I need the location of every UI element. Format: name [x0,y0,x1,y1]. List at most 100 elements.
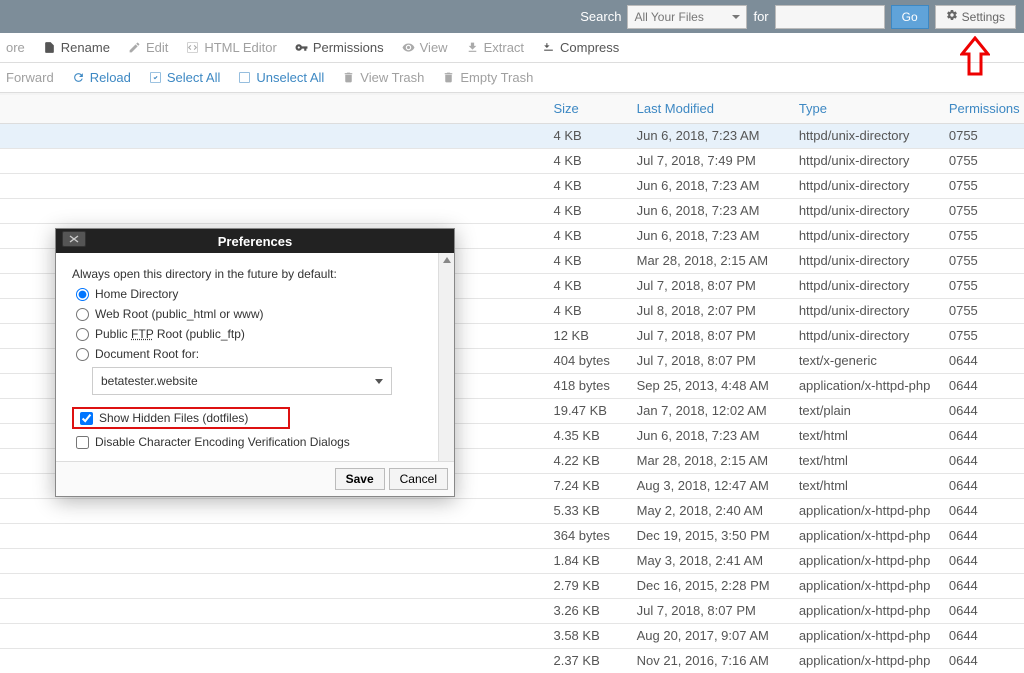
radio-home-directory[interactable]: Home Directory [72,287,438,301]
table-row[interactable]: 2.37 KBNov 21, 2016, 7:16 AMapplication/… [0,648,1024,673]
search-input[interactable] [775,5,885,29]
cell-permissions: 0755 [943,123,1024,148]
rename-button[interactable]: Rename [43,40,110,55]
cell-size: 4 KB [547,273,630,298]
view-button[interactable]: View [402,40,448,55]
empty-trash-button[interactable]: Empty Trash [442,70,533,85]
cell-size: 404 bytes [547,348,630,373]
document-root-select[interactable]: betatester.website [92,367,392,395]
permissions-button[interactable]: Permissions [295,40,384,55]
document-root-value: betatester.website [101,374,198,388]
checkbox-disable-encoding-label: Disable Character Encoding Verification … [95,435,350,449]
radio-home-input[interactable] [76,288,89,301]
cell-type: application/x-httpd-php [793,573,943,598]
cell-permissions: 0644 [943,573,1024,598]
cell-permissions: 0644 [943,623,1024,648]
select-all-button[interactable]: Select All [149,70,220,85]
cell-modified: Jun 6, 2018, 7:23 AM [631,123,793,148]
reload-button[interactable]: Reload [72,70,131,85]
html-editor-button[interactable]: HTML Editor [186,40,276,55]
unselect-all-icon [238,71,251,84]
cell-permissions: 0755 [943,323,1024,348]
cell-type: httpd/unix-directory [793,298,943,323]
cell-permissions: 0755 [943,273,1024,298]
cell-type: application/x-httpd-php [793,373,943,398]
cell-type: httpd/unix-directory [793,173,943,198]
html-icon [186,41,199,54]
restore-button[interactable]: ore [6,40,25,55]
table-row[interactable]: 3.26 KBJul 7, 2018, 8:07 PMapplication/x… [0,598,1024,623]
radio-ftp-label: Public FTP Root (public_ftp) [95,327,245,341]
cell-type: application/x-httpd-php [793,598,943,623]
table-row[interactable]: 4 KBJun 6, 2018, 7:23 AMhttpd/unix-direc… [0,123,1024,148]
checkbox-disable-encoding[interactable]: Disable Character Encoding Verification … [72,435,438,449]
table-header-row: Size Last Modified Type Permissions [0,95,1024,123]
col-last-modified[interactable]: Last Modified [631,95,793,123]
radio-public-ftp[interactable]: Public FTP Root (public_ftp) [72,327,438,341]
col-name[interactable] [0,95,547,123]
settings-button[interactable]: Settings [935,5,1016,29]
trash-icon [342,71,355,84]
search-scope-value: All Your Files [634,10,703,24]
table-row[interactable]: 3.58 KBAug 20, 2017, 9:07 AMapplication/… [0,623,1024,648]
cell-size: 4.22 KB [547,448,630,473]
save-button[interactable]: Save [335,468,385,490]
cell-size: 4 KB [547,148,630,173]
cell-size: 364 bytes [547,523,630,548]
checkbox-show-hidden[interactable]: Show Hidden Files (dotfiles) [76,411,248,425]
cell-permissions: 0644 [943,498,1024,523]
dialog-body: Always open this directory in the future… [56,253,454,461]
checkbox-show-hidden-input[interactable] [80,412,93,425]
extract-button[interactable]: Extract [466,40,524,55]
cell-size: 2.79 KB [547,573,630,598]
unselect-all-button[interactable]: Unselect All [238,70,324,85]
dialog-titlebar[interactable]: Preferences [56,229,454,253]
cell-size: 3.58 KB [547,623,630,648]
radio-web-input[interactable] [76,308,89,321]
cell-permissions: 0644 [943,348,1024,373]
forward-button[interactable]: Forward [6,70,54,85]
dialog-scrollbar[interactable] [438,253,454,461]
checkbox-disable-encoding-input[interactable] [76,436,89,449]
cell-permissions: 0644 [943,473,1024,498]
compress-button[interactable]: Compress [542,40,619,55]
radio-document-root[interactable]: Document Root for: [72,347,438,361]
top-search-bar: Search All Your Files for Go Settings [0,0,1024,33]
table-row[interactable]: 4 KBJun 6, 2018, 7:23 AMhttpd/unix-direc… [0,198,1024,223]
cell-type: httpd/unix-directory [793,223,943,248]
cell-permissions: 0755 [943,173,1024,198]
cell-size: 7.24 KB [547,473,630,498]
table-row[interactable]: 1.84 KBMay 3, 2018, 2:41 AMapplication/x… [0,548,1024,573]
radio-web-root[interactable]: Web Root (public_html or www) [72,307,438,321]
close-button[interactable] [62,231,86,247]
table-row[interactable]: 2.79 KBDec 16, 2015, 2:28 PMapplication/… [0,573,1024,598]
col-type[interactable]: Type [793,95,943,123]
cell-size: 4 KB [547,198,630,223]
cell-modified: Mar 28, 2018, 2:15 AM [631,248,793,273]
view-trash-button[interactable]: View Trash [342,70,424,85]
search-scope-select[interactable]: All Your Files [627,5,747,29]
radio-ftp-input[interactable] [76,328,89,341]
col-size[interactable]: Size [547,95,630,123]
cancel-button[interactable]: Cancel [389,468,448,490]
show-hidden-highlight: Show Hidden Files (dotfiles) [72,407,290,429]
col-permissions[interactable]: Permissions [943,95,1024,123]
go-button[interactable]: Go [891,5,929,29]
file-actions-toolbar: ore Rename Edit HTML Editor Permissions … [0,33,1024,63]
nav-toolbar: Forward Reload Select All Unselect All V… [0,63,1024,93]
radio-docroot-input[interactable] [76,348,89,361]
cell-modified: Jan 7, 2018, 12:02 AM [631,398,793,423]
close-icon [69,235,79,243]
cell-type: httpd/unix-directory [793,123,943,148]
scroll-up-icon [443,257,451,263]
always-open-label: Always open this directory in the future… [72,267,438,281]
table-row[interactable]: 364 bytesDec 19, 2015, 3:50 PMapplicatio… [0,523,1024,548]
cell-type: httpd/unix-directory [793,248,943,273]
edit-button[interactable]: Edit [128,40,168,55]
cell-size: 2.37 KB [547,648,630,673]
table-row[interactable]: 5.33 KBMay 2, 2018, 2:40 AMapplication/x… [0,498,1024,523]
cell-modified: Jul 7, 2018, 8:07 PM [631,323,793,348]
table-row[interactable]: 4 KBJun 6, 2018, 7:23 AMhttpd/unix-direc… [0,173,1024,198]
cell-modified: May 3, 2018, 2:41 AM [631,548,793,573]
table-row[interactable]: 4 KBJul 7, 2018, 7:49 PMhttpd/unix-direc… [0,148,1024,173]
